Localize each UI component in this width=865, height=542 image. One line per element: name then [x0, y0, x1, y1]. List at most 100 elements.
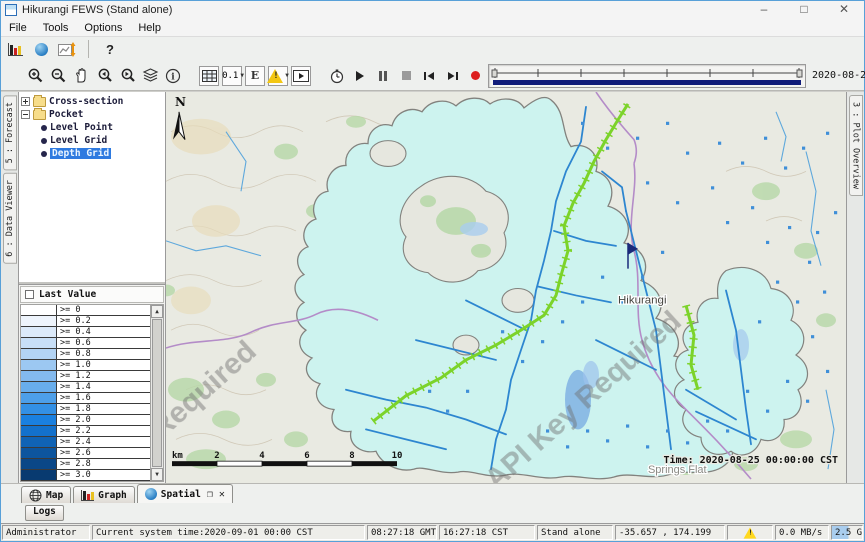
legend-row: >= 2.4 [21, 437, 150, 448]
last-value-label: Last Value [39, 289, 96, 300]
info-icon[interactable]: i [163, 66, 183, 86]
status-warning-cell[interactable] [727, 525, 773, 540]
tab-forecast[interactable]: 5 : Forecast [3, 95, 17, 170]
legend-scrollbar[interactable]: ▲ ▼ [150, 305, 163, 481]
collapse-icon[interactable] [21, 110, 30, 119]
float-tab-icon[interactable]: ❐ [207, 489, 213, 500]
graph-display-icon[interactable] [5, 39, 25, 59]
status-user: Administrator [2, 525, 90, 540]
legend-swatch [21, 316, 57, 326]
step-back-icon[interactable] [419, 66, 439, 86]
status-network-rate: 0.0 MB/s [775, 525, 829, 540]
legend-row: >= 0.6 [21, 338, 150, 349]
warning-triangle-icon [744, 527, 757, 538]
zoom-out-icon[interactable] [48, 66, 68, 86]
class-threshold-dropdown[interactable]: 0.1 ▼ [222, 66, 242, 86]
tab-label: Map [46, 490, 63, 501]
legend-label: >= 2.8 [57, 459, 150, 469]
last-value-checkbox[interactable] [25, 290, 34, 299]
step-forward-icon[interactable] [442, 66, 462, 86]
tab-spatial[interactable]: Spatial ❐ ✕ [137, 484, 233, 503]
tree-item-label: Depth Grid [50, 148, 111, 159]
legend-row: >= 1.4 [21, 382, 150, 393]
profile-icon-label: E [251, 69, 259, 82]
stop-icon[interactable] [396, 66, 416, 86]
layers-icon[interactable] [140, 66, 160, 86]
close-tab-icon[interactable]: ✕ [219, 489, 225, 500]
map-view[interactable]: API Key Required API Key Required Hikura… [166, 92, 847, 483]
svg-text:8: 8 [349, 451, 354, 461]
status-memory: 2.5 GB [831, 525, 863, 540]
bullet-icon [41, 151, 47, 157]
warnings-dropdown[interactable]: ▼ [268, 66, 288, 86]
tab-graph[interactable]: Graph [73, 486, 135, 503]
tree-item-pocket[interactable]: Pocket [21, 108, 163, 121]
menu-options[interactable]: Options [76, 22, 130, 34]
zoom-next-icon[interactable] [117, 66, 137, 86]
svg-text:6: 6 [304, 451, 309, 461]
app-icon [5, 4, 17, 16]
pan-icon[interactable] [71, 66, 91, 86]
left-tab-strip: 5 : Forecast 6 : Data Viewer [1, 92, 18, 483]
legend-row: >= 2.6 [21, 448, 150, 459]
left-panels: Cross-section Pocket Level Point Level G… [18, 92, 166, 483]
legend-swatch [21, 338, 57, 348]
menu-bar: File Tools Options Help [1, 19, 864, 37]
grid-icon[interactable] [199, 66, 219, 86]
legend-label: >= 1.6 [57, 393, 150, 403]
minimize-button[interactable]: – [744, 1, 784, 19]
class-threshold-value: 0.1 [222, 71, 238, 81]
legend-row: >= 2.0 [21, 415, 150, 426]
chevron-down-icon: ▼ [285, 72, 289, 79]
tab-label: Spatial [161, 489, 201, 500]
tab-plot-overview[interactable]: 3 : Plot Overview [849, 95, 863, 196]
stopwatch-icon[interactable] [327, 66, 347, 86]
bottom-tab-bar: Map Graph Spatial ❐ ✕ [1, 483, 864, 503]
zoom-in-icon[interactable] [25, 66, 45, 86]
tab-data-viewer[interactable]: 6 : Data Viewer [3, 173, 17, 264]
pause-icon[interactable] [373, 66, 393, 86]
legend-swatch [21, 371, 57, 381]
maximize-button[interactable]: □ [784, 1, 824, 19]
menu-tools[interactable]: Tools [35, 22, 77, 34]
timeline-datetime: 2020-08-25 00:00:00 CST [812, 70, 865, 81]
svg-text:4: 4 [259, 451, 264, 461]
tree-item-level-grid[interactable]: Level Grid [21, 134, 163, 147]
tree-item-depth-grid[interactable]: Depth Grid [21, 147, 163, 160]
scroll-thumb[interactable] [152, 319, 162, 467]
logs-button[interactable]: Logs [25, 505, 64, 521]
legend-header: Last Value [20, 286, 164, 303]
menu-help[interactable]: Help [130, 22, 169, 34]
legend-label: >= 3.0 [57, 470, 150, 480]
tree-item-level-point[interactable]: Level Point [21, 121, 163, 134]
tab-map[interactable]: Map [21, 486, 71, 503]
scroll-down-icon[interactable]: ▼ [151, 468, 163, 481]
legend-label: >= 2.2 [57, 426, 150, 436]
close-button[interactable]: ✕ [824, 1, 864, 19]
status-gmt-time: 08:27:18 GMT [367, 525, 437, 540]
tree-item-cross-section[interactable]: Cross-section [21, 95, 163, 108]
folder-icon [33, 110, 46, 120]
legend-label: >= 1.4 [57, 382, 150, 392]
legend-row: >= 2.2 [21, 426, 150, 437]
help-icon[interactable]: ? [100, 39, 120, 59]
menu-file[interactable]: File [1, 22, 35, 34]
legend-swatch [21, 404, 57, 414]
legend-swatch [21, 349, 57, 359]
warning-triangle-icon [267, 69, 283, 83]
timeline-slider[interactable] [488, 64, 806, 88]
spatial-globe-icon [145, 488, 157, 500]
animation-icon[interactable] [291, 66, 311, 86]
spatial-display-icon[interactable] [31, 39, 51, 59]
legend-label: >= 0.8 [57, 349, 150, 359]
profile-display-icon[interactable] [57, 39, 77, 59]
vertical-profile-icon[interactable]: E [245, 66, 265, 86]
legend-swatch [21, 426, 57, 436]
legend-swatch [21, 360, 57, 370]
expand-icon[interactable] [21, 97, 30, 106]
record-icon[interactable] [465, 66, 485, 86]
zoom-previous-icon[interactable] [94, 66, 114, 86]
title-bar: Hikurangi FEWS (Stand alone) – □ ✕ [1, 1, 864, 19]
play-icon[interactable] [350, 66, 370, 86]
scroll-up-icon[interactable]: ▲ [151, 305, 163, 318]
